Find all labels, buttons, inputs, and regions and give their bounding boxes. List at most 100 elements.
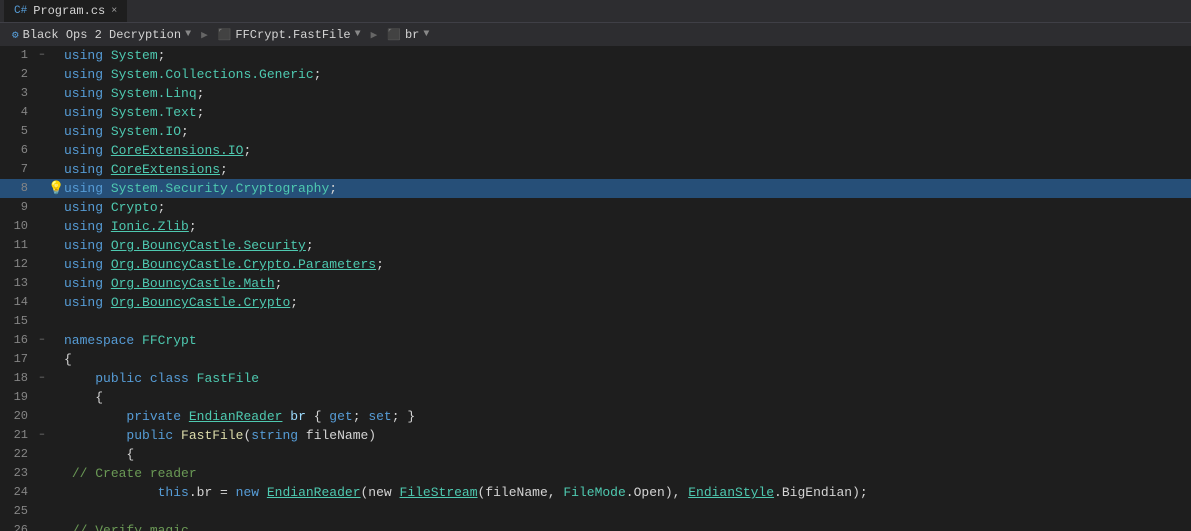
code-line-17: 17 {: [0, 350, 1191, 369]
code-content-11: using Org.BouncyCastle.Security;: [64, 236, 314, 255]
code-line-12: 12 using Org.BouncyCastle.Crypto.Paramet…: [0, 255, 1191, 274]
line-number-12: 12: [0, 255, 36, 274]
code-content-16: namespace FFCrypt: [64, 331, 197, 350]
line-number-7: 7: [0, 160, 36, 179]
line-number-1: 1: [0, 46, 36, 65]
code-content-4: using System.Text;: [64, 103, 204, 122]
nav-separator-2: ▶: [371, 28, 378, 42]
tab-filename: Program.cs: [33, 4, 105, 18]
code-content-13: using Org.BouncyCastle.Math;: [64, 274, 282, 293]
line-number-4: 4: [0, 103, 36, 122]
project-name: Black Ops 2 Decryption: [23, 28, 181, 42]
code-line-25: 25: [0, 502, 1191, 521]
code-content-21: public FastFile(string fileName): [64, 426, 376, 445]
nav-separator-1: ▶: [201, 28, 208, 42]
code-line-7: 7 using CoreExtensions;: [0, 160, 1191, 179]
code-content-15: [64, 312, 72, 331]
code-line-15: 15: [0, 312, 1191, 331]
tab-close-button[interactable]: ×: [111, 6, 117, 17]
collapse-marker-16[interactable]: −: [36, 331, 48, 350]
bulb-icon[interactable]: 💡: [48, 179, 64, 198]
collapse-marker-13: [36, 274, 48, 293]
line-number-6: 6: [0, 141, 36, 160]
line-number-8: 8: [0, 179, 36, 198]
code-line-13: 13 using Org.BouncyCastle.Math;: [0, 274, 1191, 293]
project-icon: ⚙: [12, 28, 19, 42]
nav-member[interactable]: ⬛ br ▼: [381, 26, 435, 44]
line-number-25: 25: [0, 502, 36, 521]
collapse-marker-8: [36, 179, 48, 198]
file-dropdown-arrow: ▼: [355, 29, 361, 40]
collapse-marker-2: [36, 65, 48, 84]
collapse-marker-24: [36, 483, 48, 502]
code-content-18: public class FastFile: [64, 369, 259, 388]
code-line-21: 21− public FastFile(string fileName): [0, 426, 1191, 445]
collapse-marker-23: [36, 464, 48, 483]
line-number-18: 18: [0, 369, 36, 388]
line-number-9: 9: [0, 198, 36, 217]
line-number-16: 16: [0, 331, 36, 350]
code-line-9: 9 using Crypto;: [0, 198, 1191, 217]
code-line-11: 11 using Org.BouncyCastle.Security;: [0, 236, 1191, 255]
code-line-3: 3 using System.Linq;: [0, 84, 1191, 103]
code-line-19: 19 {: [0, 388, 1191, 407]
collapse-marker-26: [36, 521, 48, 531]
collapse-marker-20: [36, 407, 48, 426]
collapse-marker-9: [36, 198, 48, 217]
collapse-marker-10: [36, 217, 48, 236]
title-bar: C# Program.cs ×: [0, 0, 1191, 22]
collapse-marker-21[interactable]: −: [36, 426, 48, 445]
file-icon: ⬛: [218, 28, 232, 42]
collapse-marker-7: [36, 160, 48, 179]
code-line-6: 6 using CoreExtensions.IO;: [0, 141, 1191, 160]
code-container[interactable]: 1−using System;2 using System.Collection…: [0, 46, 1191, 531]
tab-cs-icon: C#: [14, 5, 27, 17]
code-line-20: 20 private EndianReader br { get; set; }: [0, 407, 1191, 426]
line-number-22: 22: [0, 445, 36, 464]
code-content-7: using CoreExtensions;: [64, 160, 228, 179]
nav-project[interactable]: ⚙ Black Ops 2 Decryption ▼: [6, 26, 197, 44]
code-content-23: // Create reader: [64, 464, 197, 483]
line-number-23: 23: [0, 464, 36, 483]
code-content-24: this.br = new EndianReader(new FileStrea…: [64, 483, 868, 502]
code-content-26: // Verify magic: [64, 521, 189, 531]
code-content-14: using Org.BouncyCastle.Crypto;: [64, 293, 298, 312]
code-line-10: 10 using Ionic.Zlib;: [0, 217, 1191, 236]
code-line-18: 18− public class FastFile: [0, 369, 1191, 388]
line-number-5: 5: [0, 122, 36, 141]
code-content-5: using System.IO;: [64, 122, 189, 141]
collapse-marker-1[interactable]: −: [36, 46, 48, 65]
nav-bar: ⚙ Black Ops 2 Decryption ▼ ▶ ⬛ FFCrypt.F…: [0, 22, 1191, 46]
collapse-marker-4: [36, 103, 48, 122]
line-number-14: 14: [0, 293, 36, 312]
code-line-24: 24 this.br = new EndianReader(new FileSt…: [0, 483, 1191, 502]
code-content-8: using System.Security.Cryptography;: [64, 179, 337, 198]
nav-file[interactable]: ⬛ FFCrypt.FastFile ▼: [212, 26, 367, 44]
code-content-19: {: [64, 388, 103, 407]
member-icon: ⬛: [387, 28, 401, 42]
collapse-marker-5: [36, 122, 48, 141]
code-line-26: 26 // Verify magic: [0, 521, 1191, 531]
code-line-2: 2 using System.Collections.Generic;: [0, 65, 1191, 84]
collapse-marker-12: [36, 255, 48, 274]
code-content-1: using System;: [64, 46, 165, 65]
file-tab[interactable]: C# Program.cs ×: [4, 0, 127, 22]
line-number-24: 24: [0, 483, 36, 502]
code-content-17: {: [64, 350, 72, 369]
collapse-marker-6: [36, 141, 48, 160]
collapse-marker-18[interactable]: −: [36, 369, 48, 388]
code-content-6: using CoreExtensions.IO;: [64, 141, 251, 160]
code-line-16: 16−namespace FFCrypt: [0, 331, 1191, 350]
collapse-marker-25: [36, 502, 48, 521]
collapse-marker-3: [36, 84, 48, 103]
collapse-marker-14: [36, 293, 48, 312]
line-number-19: 19: [0, 388, 36, 407]
line-number-26: 26: [0, 521, 36, 531]
code-content-22: {: [64, 445, 134, 464]
member-dropdown-arrow: ▼: [423, 29, 429, 40]
code-line-14: 14 using Org.BouncyCastle.Crypto;: [0, 293, 1191, 312]
editor-area: 1−using System;2 using System.Collection…: [0, 46, 1191, 531]
code-content-9: using Crypto;: [64, 198, 165, 217]
code-line-1: 1−using System;: [0, 46, 1191, 65]
code-line-5: 5 using System.IO;: [0, 122, 1191, 141]
